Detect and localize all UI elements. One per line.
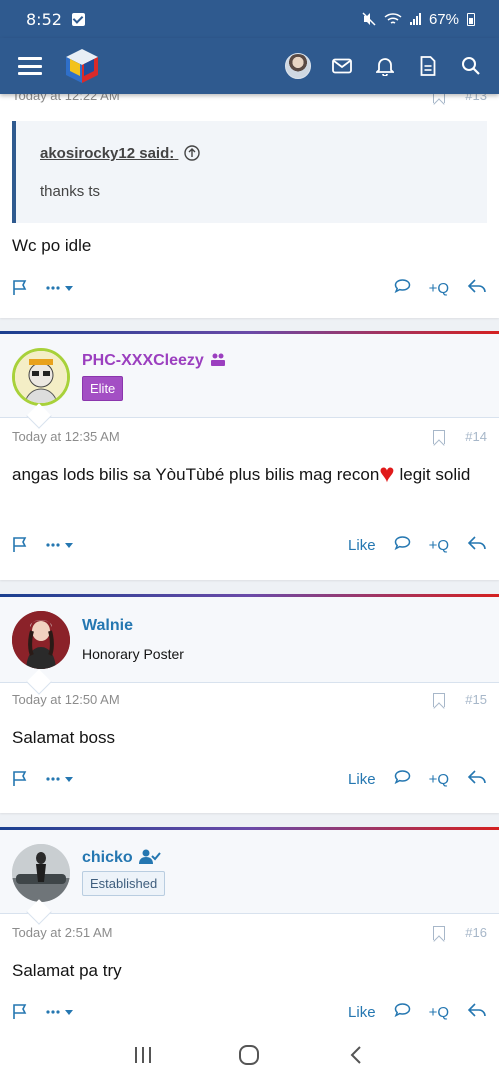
more-options-icon[interactable] xyxy=(46,283,74,293)
quote-author-text[interactable]: akosirocky12 said: xyxy=(40,145,174,162)
post-body: Salamat pa try xyxy=(12,961,122,980)
quote-block: akosirocky12 said: thanks ts xyxy=(12,121,487,223)
user-block: PHC-XXXCleezy Elite xyxy=(0,334,499,418)
post-16: chicko Established Today at 2:51 AM #16 … xyxy=(0,827,499,1030)
username[interactable]: Walnie xyxy=(82,617,133,635)
username[interactable]: chicko xyxy=(82,848,161,867)
username[interactable]: PHC-XXXCleezy xyxy=(82,351,226,370)
site-logo[interactable] xyxy=(62,46,102,86)
user-badge: Elite xyxy=(82,376,124,401)
post-timestamp[interactable]: Today at 12:50 AM xyxy=(12,692,120,707)
username-text[interactable]: chicko xyxy=(82,849,133,866)
reply-bubble-icon[interactable] xyxy=(394,1002,411,1022)
multi-quote-button[interactable]: +Q xyxy=(429,1004,449,1021)
post-15: Walnie Honorary Poster Today at 12:50 AM… xyxy=(0,594,499,813)
user-title: Honorary Poster xyxy=(82,646,184,662)
post-actions: Like +Q xyxy=(12,534,487,556)
checkbox-notification-icon xyxy=(71,12,85,26)
recent-apps-icon[interactable] xyxy=(128,1043,158,1067)
post-body-text: angas lods bilis sa YòuTùbé plus bilis m… xyxy=(12,465,380,484)
signal-icon xyxy=(409,13,421,25)
bookmark-icon[interactable] xyxy=(433,94,446,103)
like-button[interactable]: Like xyxy=(348,537,376,554)
post-timestamp[interactable]: Today at 12:22 AM xyxy=(12,94,120,103)
reply-arrow-icon[interactable] xyxy=(467,769,487,789)
status-time: 8:52 xyxy=(26,9,62,29)
search-icon[interactable] xyxy=(459,54,483,78)
status-bar: 8:52 67% xyxy=(0,0,499,38)
document-icon[interactable] xyxy=(416,54,440,78)
like-button[interactable]: Like xyxy=(348,771,376,788)
jump-to-quote-icon[interactable] xyxy=(184,145,201,161)
more-options-icon[interactable] xyxy=(46,1007,74,1017)
account-avatar[interactable] xyxy=(285,53,311,79)
mute-icon xyxy=(362,12,376,26)
multi-quote-button[interactable]: +Q xyxy=(429,771,449,788)
post-actions: Like +Q xyxy=(12,768,487,790)
back-icon[interactable] xyxy=(341,1043,371,1067)
heart-emoji: ♥ xyxy=(379,458,395,488)
post-timestamp[interactable]: Today at 12:35 AM xyxy=(12,429,120,444)
post-number[interactable]: #16 xyxy=(465,925,487,940)
reply-arrow-icon[interactable] xyxy=(467,535,487,555)
report-flag-icon[interactable] xyxy=(12,537,28,553)
post-number[interactable]: #13 xyxy=(465,94,487,103)
wifi-icon xyxy=(384,13,402,24)
report-flag-icon[interactable] xyxy=(12,1004,28,1020)
like-button[interactable]: Like xyxy=(348,1004,376,1021)
post-14: PHC-XXXCleezy Elite Today at 12:35 AM #1… xyxy=(0,331,499,580)
post-body: angas lods bilis sa YòuTùbé plus bilis m… xyxy=(12,460,485,489)
verified-user-icon xyxy=(139,849,161,864)
bookmark-icon[interactable] xyxy=(433,429,446,444)
post-actions: +Q xyxy=(12,277,487,299)
hamburger-icon[interactable] xyxy=(18,57,42,75)
user-block: chicko Established xyxy=(0,830,499,914)
post-body: Wc po idle xyxy=(12,236,92,255)
multi-quote-button[interactable]: +Q xyxy=(429,280,449,297)
thread-feed: Today at 12:22 AM #13 akosirocky12 said:… xyxy=(0,94,499,1030)
post-meta: Today at 12:22 AM #13 xyxy=(12,94,487,103)
group-badge-icon xyxy=(211,353,226,366)
battery-percent: 67% xyxy=(428,10,459,28)
avatar[interactable] xyxy=(12,611,70,669)
reply-arrow-icon[interactable] xyxy=(467,278,487,298)
report-flag-icon[interactable] xyxy=(12,771,28,787)
reply-arrow-icon[interactable] xyxy=(467,1002,487,1022)
post-meta: Today at 12:35 AM #14 xyxy=(12,429,487,444)
quote-author[interactable]: akosirocky12 said: xyxy=(40,145,201,162)
reply-bubble-icon[interactable] xyxy=(394,535,411,555)
user-block: Walnie Honorary Poster xyxy=(0,597,499,683)
mail-icon[interactable] xyxy=(330,54,354,78)
system-nav-bar xyxy=(0,1030,499,1080)
post-body-text-end: legit solid xyxy=(394,465,471,484)
post-body: Salamat boss xyxy=(12,728,115,747)
post-actions: Like +Q xyxy=(12,1001,487,1023)
post-number[interactable]: #15 xyxy=(465,692,487,707)
post-timestamp[interactable]: Today at 2:51 AM xyxy=(12,925,112,940)
user-badge: Established xyxy=(82,871,166,896)
reply-bubble-icon[interactable] xyxy=(394,769,411,789)
multi-quote-button[interactable]: +Q xyxy=(429,537,449,554)
post-13: Today at 12:22 AM #13 akosirocky12 said:… xyxy=(0,94,499,318)
home-icon[interactable] xyxy=(234,1043,264,1067)
more-options-icon[interactable] xyxy=(46,540,74,550)
app-header xyxy=(0,38,499,94)
bookmark-icon[interactable] xyxy=(433,925,446,940)
status-icons: 67% xyxy=(362,11,475,28)
bookmark-icon[interactable] xyxy=(433,692,446,707)
report-flag-icon[interactable] xyxy=(12,280,28,296)
avatar[interactable] xyxy=(12,844,70,902)
battery-icon xyxy=(467,12,475,26)
quote-text: thanks ts xyxy=(40,183,101,200)
post-meta: Today at 2:51 AM #16 xyxy=(12,925,487,940)
post-meta: Today at 12:50 AM #15 xyxy=(12,692,487,707)
username-text[interactable]: PHC-XXXCleezy xyxy=(82,352,204,369)
avatar[interactable] xyxy=(12,348,70,406)
reply-bubble-icon[interactable] xyxy=(394,278,411,298)
more-options-icon[interactable] xyxy=(46,774,74,784)
post-number[interactable]: #14 xyxy=(465,429,487,444)
bell-icon[interactable] xyxy=(373,54,397,78)
